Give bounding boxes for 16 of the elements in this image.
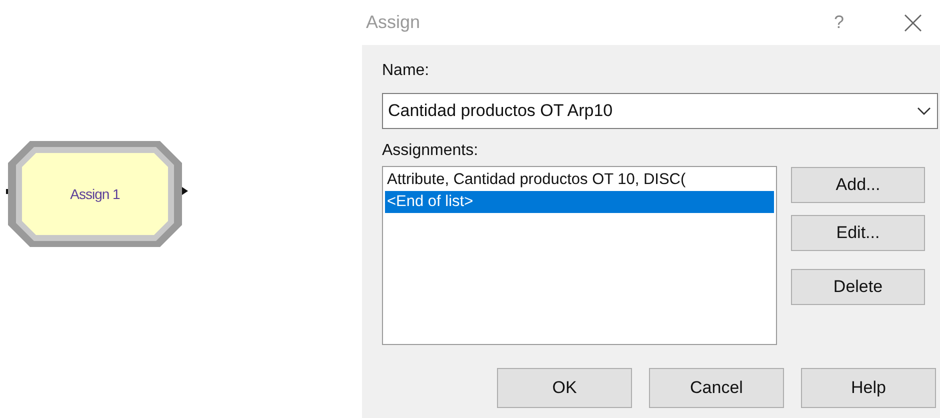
list-item[interactable]: Attribute, Cantidad productos OT 10, DISC( bbox=[385, 169, 774, 191]
dialog-button[interactable]: OK bbox=[497, 368, 632, 408]
name-combobox[interactable]: Cantidad productos OT Arp10 bbox=[382, 93, 938, 129]
dialog-button[interactable]: Help bbox=[801, 368, 936, 408]
help-button[interactable]: ? bbox=[834, 9, 844, 36]
close-icon[interactable] bbox=[904, 14, 922, 32]
dialog-button[interactable]: Add... bbox=[791, 167, 925, 203]
window-title: Assign bbox=[366, 11, 422, 34]
chevron-down-icon bbox=[917, 107, 931, 115]
dialog-button[interactable]: Cancel bbox=[649, 368, 784, 408]
dialog-button[interactable]: Edit... bbox=[791, 215, 925, 251]
list-item[interactable]: <End of list> bbox=[385, 191, 774, 213]
assignments-label: Assignments: bbox=[382, 141, 480, 161]
dialog-button[interactable]: Delete bbox=[791, 269, 925, 305]
name-label: Name: bbox=[382, 61, 430, 81]
module-label: Assign 1 bbox=[70, 184, 120, 204]
